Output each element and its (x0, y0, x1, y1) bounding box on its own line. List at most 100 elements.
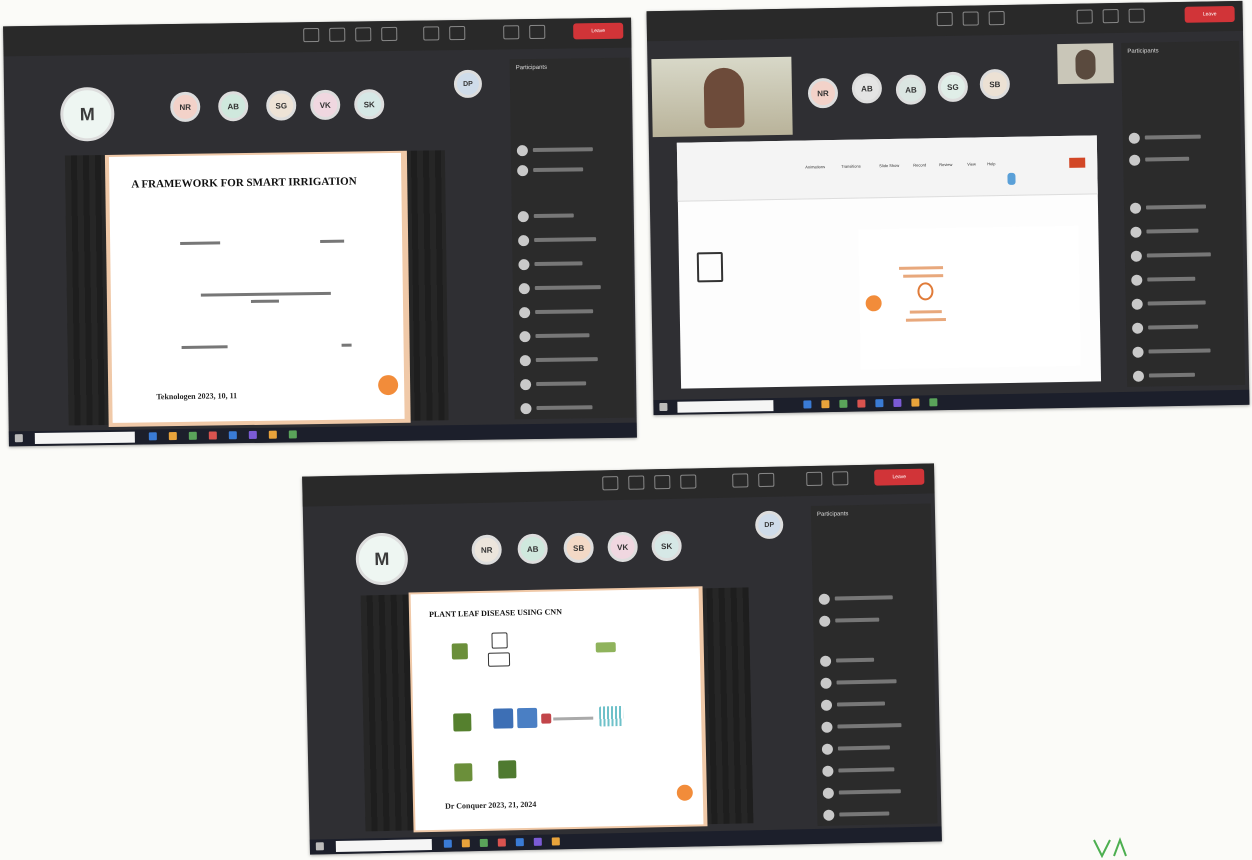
app-icon[interactable] (248, 430, 257, 440)
participant-row[interactable] (517, 162, 625, 180)
app-icon[interactable] (551, 837, 560, 846)
participant-row[interactable] (1129, 151, 1235, 169)
participant-row[interactable] (821, 718, 929, 736)
start-icon[interactable] (315, 842, 324, 851)
leave-button[interactable]: Leave (874, 468, 925, 486)
reaction-button[interactable] (865, 295, 882, 312)
app-icon[interactable] (821, 400, 830, 409)
app-icon[interactable] (268, 430, 277, 439)
participant-row[interactable] (822, 784, 931, 802)
view-icon[interactable] (832, 471, 849, 486)
camera-icon[interactable] (303, 27, 320, 43)
ribbon-tab[interactable]: Review (939, 162, 952, 167)
participant-row[interactable] (822, 762, 930, 780)
camera-icon[interactable] (602, 476, 619, 491)
participant-row[interactable] (518, 280, 627, 298)
participant-row[interactable] (1128, 129, 1235, 147)
ribbon-tab[interactable]: Record (913, 162, 926, 167)
designer-icon[interactable] (1007, 172, 1016, 185)
share-icon[interactable] (988, 10, 1005, 26)
participant-row[interactable] (518, 232, 626, 250)
participant-row[interactable] (520, 376, 628, 394)
start-icon[interactable] (14, 434, 23, 443)
participant-row[interactable] (1130, 247, 1237, 265)
slide-thumbnail[interactable] (696, 251, 724, 283)
more-icon[interactable] (381, 26, 398, 42)
mic-icon[interactable] (329, 27, 346, 42)
app-icon[interactable] (515, 838, 524, 847)
app-icon[interactable] (893, 398, 902, 407)
share-icon[interactable] (355, 27, 372, 42)
share-icon[interactable] (654, 474, 671, 490)
app-icon[interactable] (228, 431, 237, 440)
people-icon[interactable] (423, 26, 440, 41)
participant-row[interactable] (820, 696, 929, 714)
participant-row[interactable] (821, 740, 930, 758)
participant-row[interactable] (516, 142, 625, 160)
raise-hand-icon[interactable] (806, 471, 823, 487)
taskbar-search[interactable] (677, 400, 774, 413)
participant-row[interactable] (1132, 343, 1238, 361)
start-icon[interactable] (659, 402, 668, 412)
app-icon[interactable] (148, 432, 157, 441)
people-icon[interactable] (732, 473, 749, 488)
participant-row[interactable] (1131, 295, 1238, 313)
reaction-button[interactable] (378, 374, 399, 396)
participant-row[interactable] (819, 652, 928, 670)
participant-row[interactable] (1132, 319, 1238, 337)
share-icon[interactable] (1069, 157, 1086, 168)
people-icon[interactable] (1076, 9, 1093, 24)
participant-row[interactable] (819, 612, 927, 630)
participant-row[interactable] (519, 328, 627, 346)
participant-row[interactable] (1130, 223, 1236, 241)
participant-row[interactable] (518, 256, 626, 274)
app-icon[interactable] (839, 399, 848, 408)
ribbon-tab[interactable]: Transitions (841, 164, 861, 169)
participant-row[interactable] (1132, 367, 1239, 385)
app-icon[interactable] (461, 839, 470, 848)
participant-row[interactable] (519, 304, 627, 322)
leave-button[interactable]: Leave (573, 22, 624, 40)
ribbon-tab[interactable]: Slide Show (879, 163, 899, 168)
participant-avatar: NR (471, 534, 502, 566)
ribbon-tab[interactable]: Help (987, 161, 995, 166)
app-icon[interactable] (479, 838, 488, 848)
app-icon[interactable] (168, 432, 177, 441)
participant-row[interactable] (1131, 271, 1237, 289)
participant-row[interactable] (1129, 199, 1236, 217)
reaction-button[interactable] (676, 784, 693, 801)
camera-icon[interactable] (936, 11, 953, 27)
taskbar-search[interactable] (335, 839, 432, 853)
mic-icon[interactable] (628, 475, 645, 490)
more-icon[interactable] (680, 474, 697, 489)
app-icon[interactable] (857, 399, 866, 408)
participant-row[interactable] (823, 806, 931, 824)
app-icon[interactable] (803, 400, 812, 409)
ribbon-tab[interactable]: View (967, 162, 976, 167)
taskbar-search[interactable] (34, 431, 135, 445)
app-icon[interactable] (288, 430, 297, 439)
app-icon[interactable] (875, 399, 884, 408)
app-icon[interactable] (533, 837, 542, 846)
chat-icon[interactable] (758, 472, 775, 488)
participant-row[interactable] (519, 352, 628, 370)
app-icon[interactable] (208, 431, 217, 440)
chat-icon[interactable] (1102, 8, 1119, 24)
participant-row[interactable] (820, 674, 928, 692)
participant-row[interactable] (818, 590, 927, 608)
app-icon[interactable] (443, 839, 452, 848)
app-icon[interactable] (911, 398, 920, 407)
app-icon[interactable] (929, 398, 938, 407)
participant-row[interactable] (520, 400, 628, 418)
raise-hand-icon[interactable] (1128, 8, 1145, 23)
participant-avatar: SG (266, 90, 297, 121)
raise-hand-icon[interactable] (503, 25, 520, 40)
view-icon[interactable] (529, 24, 546, 40)
ribbon-tab[interactable]: Animations (805, 164, 825, 169)
app-icon[interactable] (188, 431, 197, 440)
app-icon[interactable] (497, 838, 506, 847)
mic-icon[interactable] (962, 11, 979, 26)
participant-row[interactable] (517, 208, 626, 226)
leave-button[interactable]: Leave (1184, 5, 1235, 23)
chat-icon[interactable] (449, 25, 466, 41)
